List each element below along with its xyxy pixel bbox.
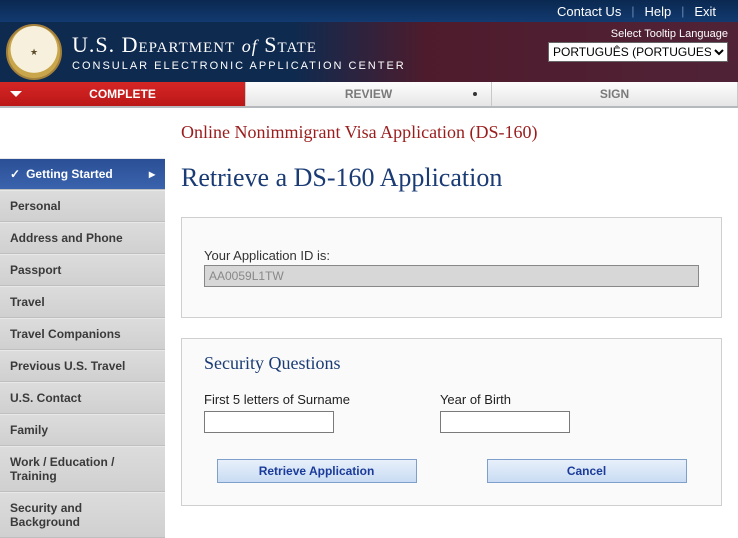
progress-tabs: COMPLETE REVIEW SIGN [0,82,738,108]
dot-icon [473,92,477,96]
sidebar-item-family[interactable]: Family [0,414,165,446]
cancel-button[interactable]: Cancel [487,459,687,483]
security-questions-panel: Security Questions First 5 letters of Su… [181,338,722,506]
sidebar-item-us-contact[interactable]: U.S. Contact [0,382,165,414]
tab-review[interactable]: REVIEW [246,82,492,106]
retrieve-application-button[interactable]: Retrieve Application [217,459,417,483]
content: Online Nonimmigrant Visa Application (DS… [165,108,738,538]
language-selector: Select Tooltip Language PORTUGUÊS (PORTU… [548,28,728,62]
surname-label: First 5 letters of Surname [204,392,350,407]
security-questions-heading: Security Questions [204,353,699,374]
header: ★ U.S. Department of State CONSULAR ELEC… [0,22,738,82]
language-select[interactable]: PORTUGUÊS (PORTUGUESE) [548,42,728,62]
sidebar-item-personal[interactable]: Personal [0,190,165,222]
check-icon: ✓ [10,167,20,181]
chevron-right-icon: ▸ [149,167,155,181]
page-heading: Retrieve a DS-160 Application [181,163,722,193]
top-nav: Contact Us | Help | Exit [0,0,738,22]
application-id-label: Your Application ID is: [204,248,699,263]
year-of-birth-label: Year of Birth [440,392,570,407]
year-of-birth-input[interactable] [440,411,570,433]
sidebar-item-travel[interactable]: Travel [0,286,165,318]
sidebar-item-passport[interactable]: Passport [0,254,165,286]
exit-link[interactable]: Exit [684,4,726,19]
tab-sign[interactable]: SIGN [492,82,738,106]
state-seal-icon: ★ [6,24,62,80]
application-id-panel: Your Application ID is: [181,217,722,318]
contact-link[interactable]: Contact Us [547,4,631,19]
sidebar-item-work-education[interactable]: Work / Education / Training [0,446,165,492]
help-link[interactable]: Help [634,4,681,19]
sidebar-item-security-background[interactable]: Security and Background [0,492,165,538]
language-label: Select Tooltip Language [548,28,728,40]
surname-input[interactable] [204,411,334,433]
sidebar-item-previous-us-travel[interactable]: Previous U.S. Travel [0,350,165,382]
application-title: Online Nonimmigrant Visa Application (DS… [181,122,722,143]
sidebar-item-travel-companions[interactable]: Travel Companions [0,318,165,350]
tab-complete[interactable]: COMPLETE [0,82,246,106]
application-id-field [204,265,699,287]
chevron-down-icon [10,91,22,97]
sidebar-item-address-phone[interactable]: Address and Phone [0,222,165,254]
sidebar-item-getting-started[interactable]: ✓ Getting Started ▸ [0,158,165,190]
department-title: U.S. Department of State CONSULAR ELECTR… [72,32,406,72]
sidebar: ✓ Getting Started ▸ Personal Address and… [0,108,165,538]
